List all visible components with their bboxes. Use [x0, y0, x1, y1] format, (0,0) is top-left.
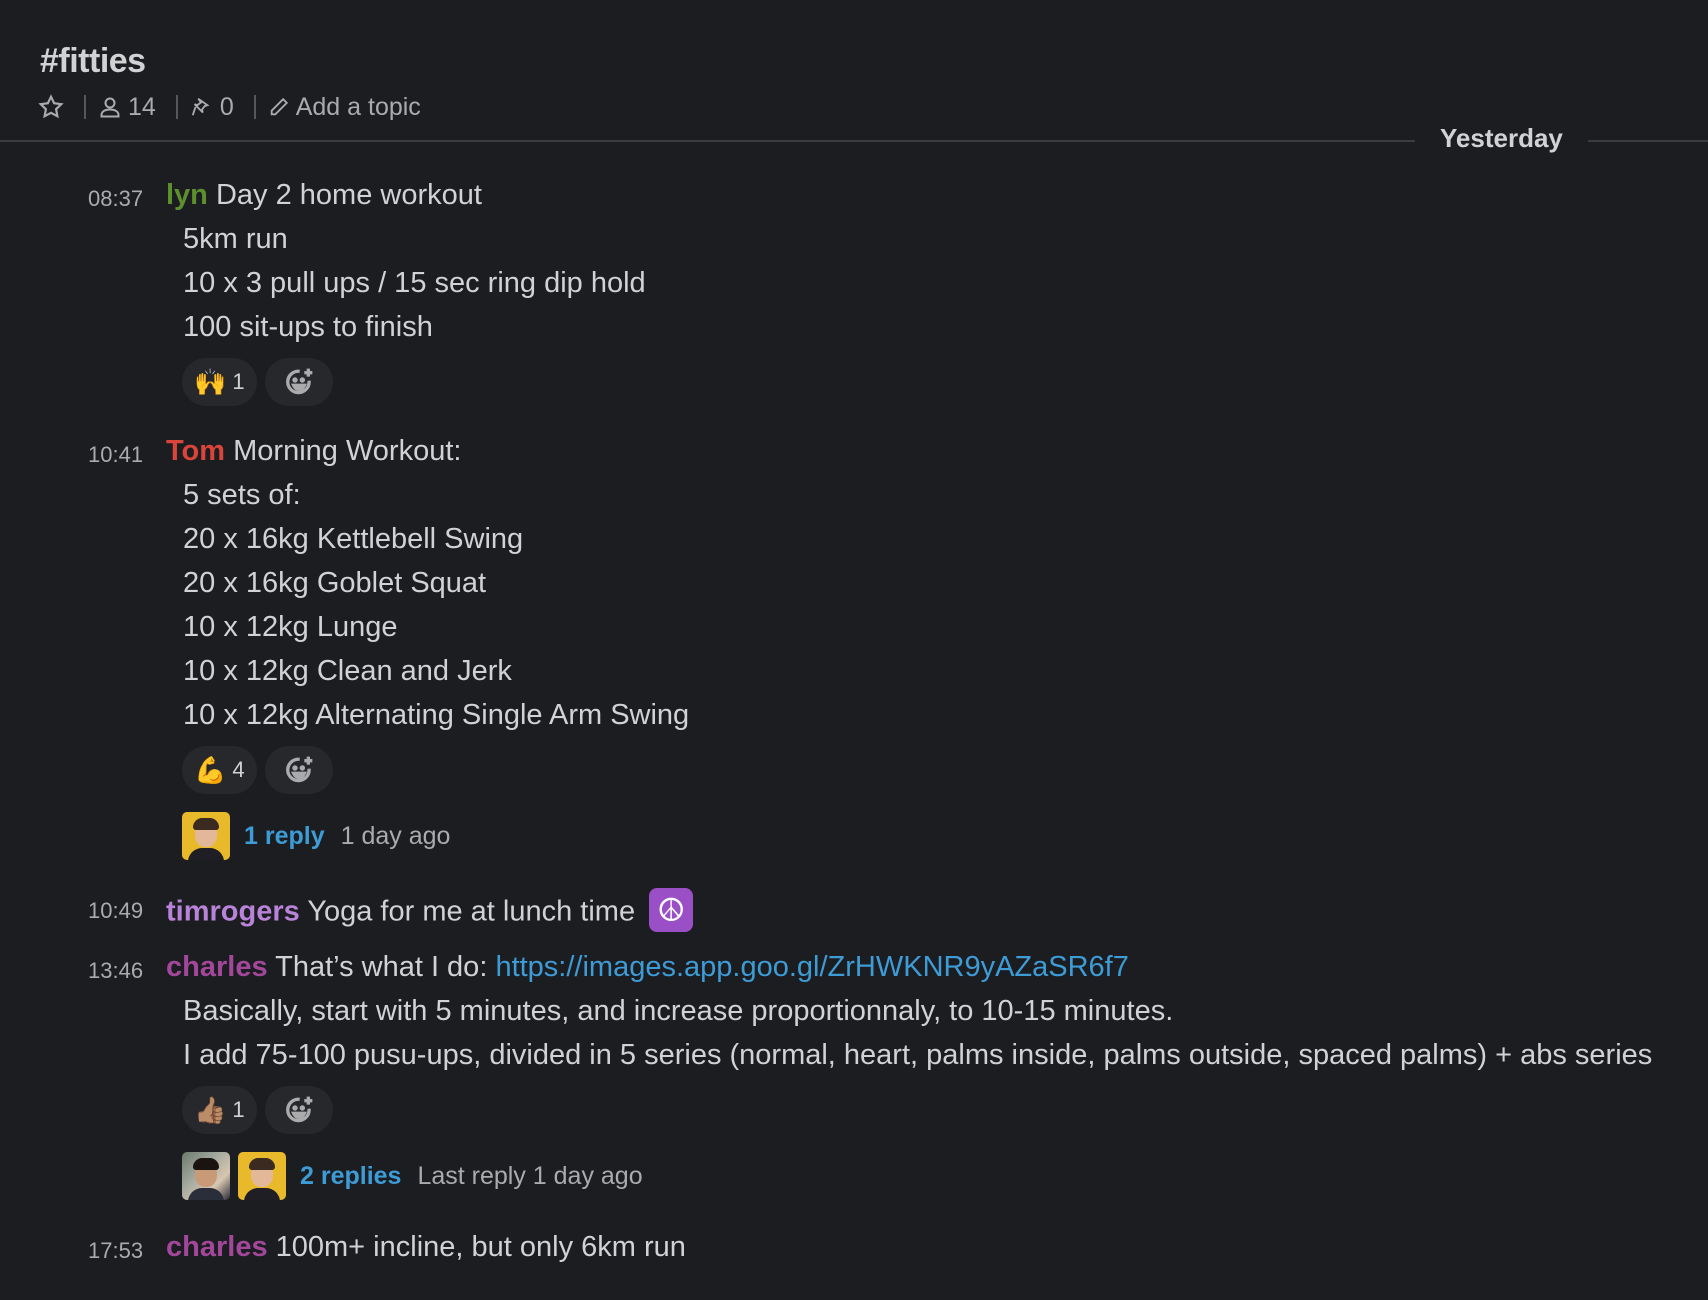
avatar: [238, 1152, 286, 1200]
separator: [175, 95, 178, 119]
members-count: 14: [128, 92, 156, 121]
message-first-line: charles That’s what I do: https://images…: [166, 951, 1129, 984]
separator: [253, 95, 256, 119]
message-line: 10 x 12kg Lunge: [183, 611, 398, 643]
username[interactable]: Tom: [166, 435, 225, 467]
username[interactable]: charles: [166, 951, 268, 983]
pins-button[interactable]: 0: [190, 93, 234, 122]
message-line: 10 x 12kg Clean and Jerk: [183, 655, 512, 687]
day-divider-label: Yesterday: [1440, 123, 1563, 153]
message-text: That’s what I do:: [275, 951, 488, 983]
message-first-line: timrogers Yoga for me at lunch time ☮: [166, 888, 694, 935]
thread-summary[interactable]: 1 reply 1 day ago: [182, 812, 450, 860]
reactions-bar: 💪 4: [182, 746, 333, 794]
add-reaction-button[interactable]: [264, 1086, 333, 1134]
reaction-count: 1: [232, 1097, 245, 1122]
message-first-line: charles 100m+ incline, but only 6km run: [166, 1231, 686, 1264]
add-topic-button[interactable]: Add a topic: [268, 93, 421, 122]
replies-link[interactable]: 1 reply: [244, 822, 325, 851]
add-reaction-icon: [285, 756, 312, 783]
message-line: Basically, start with 5 minutes, and inc…: [183, 995, 1174, 1027]
add-reaction-icon: [285, 1096, 312, 1123]
message-line: 20 x 16kg Kettlebell Swing: [183, 523, 524, 555]
message-line: 5 sets of:: [183, 479, 301, 511]
channel-meta-bar: 14 0 Add a topic: [38, 90, 429, 124]
username[interactable]: charles: [166, 1231, 268, 1263]
header-divider: [0, 140, 1415, 142]
thumbs-up-emoji: 👍🏽: [194, 1094, 227, 1125]
thread-meta: Last reply 1 day ago: [417, 1161, 643, 1190]
reactions-bar: 👍🏽 1: [182, 1086, 333, 1134]
member-icon: [100, 97, 120, 118]
message-line: 20 x 16kg Goblet Squat: [183, 567, 487, 599]
username[interactable]: timrogers: [166, 896, 300, 928]
message-text: Day 2 home workout: [215, 179, 482, 211]
message-timestamp[interactable]: 08:37: [88, 186, 143, 212]
message-text: 100m+ incline, but only 6km run: [275, 1231, 686, 1263]
add-reaction-icon: [285, 368, 312, 395]
message-timestamp[interactable]: 13:46: [88, 958, 143, 984]
message-timestamp[interactable]: 10:41: [88, 442, 143, 468]
message-line: 5km run: [183, 223, 288, 255]
message-line: I add 75-100 pusu-ups, divided in 5 seri…: [183, 1039, 1653, 1071]
reaction-count: 1: [232, 369, 245, 394]
add-reaction-button[interactable]: [264, 746, 333, 794]
reactions-bar: 🙌 1: [182, 358, 333, 406]
message-first-line: lyn Day 2 home workout: [166, 179, 482, 212]
message-link[interactable]: https://images.app.goo.gl/ZrHWKNR9yAZaSR…: [495, 951, 1128, 983]
message-text: Yoga for me at lunch time: [307, 895, 636, 928]
pins-count: 0: [219, 92, 234, 121]
reaction-pill[interactable]: 👍🏽 1: [182, 1086, 257, 1134]
message-line: 10 x 3 pull ups / 15 sec ring dip hold: [183, 267, 646, 299]
username[interactable]: lyn: [166, 179, 208, 211]
add-topic-label: Add a topic: [295, 92, 421, 121]
message-timestamp[interactable]: 17:53: [88, 1238, 143, 1264]
message-line: 100 sit-ups to finish: [183, 311, 433, 343]
message-text: Morning Workout:: [233, 435, 462, 467]
raised-hands-emoji: 🙌: [194, 366, 227, 397]
separator: [84, 95, 86, 119]
pencil-icon: [270, 97, 288, 116]
avatar: [182, 1152, 230, 1200]
replies-link[interactable]: 2 replies: [300, 1162, 401, 1191]
add-reaction-button[interactable]: [264, 358, 333, 406]
avatar: [182, 812, 230, 860]
reaction-pill[interactable]: 🙌 1: [182, 358, 257, 406]
peace-symbol-emoji: ☮: [649, 888, 694, 932]
thread-meta: 1 day ago: [340, 821, 451, 850]
reaction-pill[interactable]: 💪 4: [182, 746, 257, 794]
day-divider-line: [1588, 140, 1708, 142]
flexed-biceps-emoji: 💪: [194, 754, 227, 785]
thread-summary[interactable]: 2 replies Last reply 1 day ago: [182, 1152, 643, 1200]
members-button[interactable]: 14: [98, 93, 156, 122]
message-line: 10 x 12kg Alternating Single Arm Swing: [183, 699, 690, 731]
message-timestamp[interactable]: 10:49: [88, 898, 143, 924]
pin-icon: [191, 97, 210, 116]
channel-title[interactable]: #fitties: [40, 42, 146, 81]
star-icon[interactable]: [38, 94, 64, 120]
reaction-count: 4: [232, 757, 245, 782]
message-first-line: Tom Morning Workout:: [166, 435, 461, 468]
